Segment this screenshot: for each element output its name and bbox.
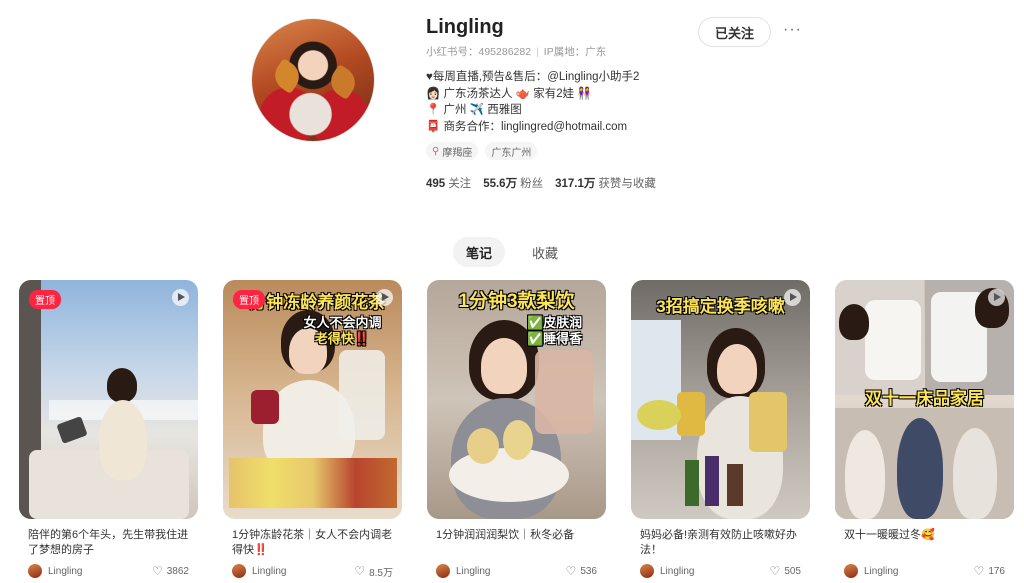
like-button[interactable]: ♡ 8.5万 xyxy=(354,564,393,579)
profile-stats: 495 关注 55.6万 粉丝 317.1万 获赞与收藏 xyxy=(426,175,656,191)
cover-subline: 老得快‼️ xyxy=(314,331,371,346)
note-card[interactable]: 置顶 陪伴的第6个年头，先生带我住进了梦想的房子 Lingling ♡ 3862 xyxy=(19,280,198,580)
avatar xyxy=(28,564,42,578)
note-cover[interactable]: 1分钟冻龄养颜花茶 女人不会内调 老得快‼️ 置顶 xyxy=(223,280,402,519)
more-icon[interactable]: ··· xyxy=(783,21,802,39)
like-button[interactable]: ♡ 3862 xyxy=(152,564,189,578)
profile-tags: ⚲ 摩羯座 广东广州 xyxy=(426,142,538,160)
pinned-badge: 置顶 xyxy=(233,290,265,309)
note-title[interactable]: 双十一暖暖过冬🥰 xyxy=(835,528,1014,558)
cover-headline: 1分钟3款梨饮 xyxy=(458,291,575,312)
pinned-badge: 置顶 xyxy=(29,290,61,309)
zodiac-icon: ⚲ xyxy=(432,145,440,157)
note-author[interactable]: Lingling xyxy=(436,564,490,578)
note-title[interactable]: 1分钟冻龄花茶｜女人不会内调老得快‼️ xyxy=(223,528,402,558)
note-card[interactable]: 3招搞定换季咳嗽 妈妈必备!亲测有效防止咳嗽好办法！ Lingling ♡ 505 xyxy=(631,280,810,580)
like-button[interactable]: ♡ 176 xyxy=(974,564,1005,578)
profile-avatar[interactable] xyxy=(251,18,375,142)
following-button[interactable]: 已关注 xyxy=(698,17,771,47)
bio-line: ♥每周直播,预告&售后：@Lingling小助手2 xyxy=(426,71,640,83)
heart-icon: ♡ xyxy=(565,564,577,578)
avatar xyxy=(232,564,246,578)
tab-collections[interactable]: 收藏 xyxy=(519,237,571,267)
note-title[interactable]: 陪伴的第6个年头，先生带我住进了梦想的房子 xyxy=(19,528,198,558)
content-tabs: 笔记 收藏 xyxy=(0,237,1024,267)
profile-meta: 小红书号：495286282 | IP属地：广东 xyxy=(426,46,607,58)
bio-line: 📮 商务合作：linglingred@hotmail.com xyxy=(426,120,628,133)
note-card[interactable]: 1分钟3款梨饮 ✅皮肤润 ✅睡得香 1分钟润润润梨饮｜秋冬必备 Lingling… xyxy=(427,280,606,580)
cover-headline: 双十一床品家居 xyxy=(865,389,984,408)
note-author[interactable]: Lingling xyxy=(844,564,898,578)
note-author[interactable]: Lingling xyxy=(232,564,286,578)
bio-line: 📍 广州 ✈️ 西雅图 xyxy=(426,104,522,116)
heart-icon: ♡ xyxy=(769,564,781,578)
stat-likes[interactable]: 317.1万 获赞与收藏 xyxy=(555,175,656,191)
video-icon xyxy=(172,289,189,306)
note-card[interactable]: 1分钟冻龄养颜花茶 女人不会内调 老得快‼️ 置顶 1分钟冻龄花茶｜女人不会内调… xyxy=(223,280,402,580)
avatar xyxy=(844,564,858,578)
video-icon xyxy=(784,289,801,306)
heart-icon: ♡ xyxy=(973,564,985,578)
like-button[interactable]: ♡ 536 xyxy=(566,564,597,578)
tag-location: 广东广州 xyxy=(485,142,538,160)
note-title[interactable]: 妈妈必备!亲测有效防止咳嗽好办法！ xyxy=(631,528,810,558)
video-icon xyxy=(376,289,393,306)
stat-followers[interactable]: 55.6万 粉丝 xyxy=(483,175,543,191)
note-author[interactable]: Lingling xyxy=(28,564,82,578)
profile-ip: IP属地：广东 xyxy=(543,46,607,58)
profile-bio: ♥每周直播,预告&售后：@Lingling小助手2 👩🏻 广东汤茶达人 🫖 家有… xyxy=(426,69,639,135)
bio-line: 👩🏻 广东汤茶达人 🫖 家有2娃 👭 xyxy=(426,87,592,100)
note-cover[interactable]: 双十一床品家居 xyxy=(835,280,1014,519)
note-cover[interactable]: 置顶 xyxy=(19,280,198,519)
avatar xyxy=(436,564,450,578)
avatar xyxy=(640,564,654,578)
tag-zodiac: ⚲ 摩羯座 xyxy=(426,142,479,160)
like-button[interactable]: ♡ 505 xyxy=(770,564,801,578)
heart-icon: ♡ xyxy=(354,564,366,578)
video-icon xyxy=(988,289,1005,306)
note-title[interactable]: 1分钟润润润梨饮｜秋冬必备 xyxy=(427,528,606,558)
notes-grid: 置顶 陪伴的第6个年头，先生带我住进了梦想的房子 Lingling ♡ 3862 … xyxy=(19,280,1014,580)
profile-id: 小红书号：495286282 xyxy=(426,46,532,58)
note-cover[interactable]: 1分钟3款梨饮 ✅皮肤润 ✅睡得香 xyxy=(427,280,606,519)
note-author[interactable]: Lingling xyxy=(640,564,694,578)
profile-name: Lingling xyxy=(426,16,504,38)
stat-following[interactable]: 495 关注 xyxy=(426,175,471,191)
note-cover[interactable]: 3招搞定换季咳嗽 xyxy=(631,280,810,519)
heart-icon: ♡ xyxy=(151,564,163,578)
note-card[interactable]: 双十一床品家居 双十一暖暖过冬🥰 Lingling ♡ 176 xyxy=(835,280,1014,580)
cover-subline: ✅睡得香 xyxy=(527,331,583,346)
tab-notes[interactable]: 笔记 xyxy=(452,237,505,267)
